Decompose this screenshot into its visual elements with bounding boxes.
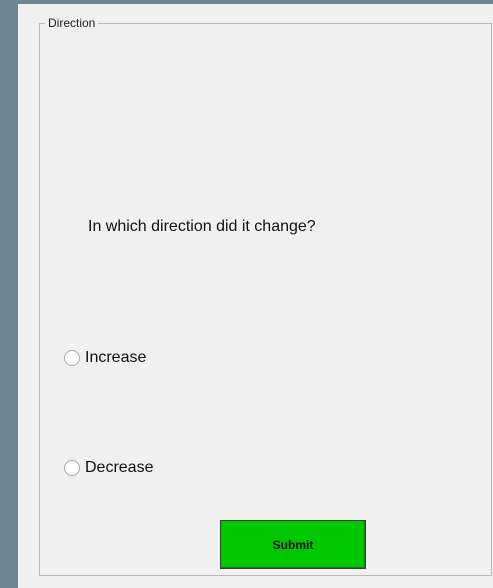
question-text: In which direction did it change? xyxy=(88,218,316,235)
dialog-window: Direction In which direction did it chan… xyxy=(18,4,493,588)
decrease-label[interactable]: Decrease xyxy=(85,458,153,478)
increase-label[interactable]: Increase xyxy=(85,348,146,368)
direction-group-box: Direction In which direction did it chan… xyxy=(39,16,492,576)
submit-button[interactable]: Submit xyxy=(220,520,366,569)
decrease-radio-button[interactable] xyxy=(64,460,80,476)
increase-radio-button[interactable] xyxy=(64,350,80,366)
radio-option-increase[interactable]: Increase xyxy=(64,348,146,368)
group-title: Direction xyxy=(45,16,99,30)
radio-option-decrease[interactable]: Decrease xyxy=(64,458,153,478)
